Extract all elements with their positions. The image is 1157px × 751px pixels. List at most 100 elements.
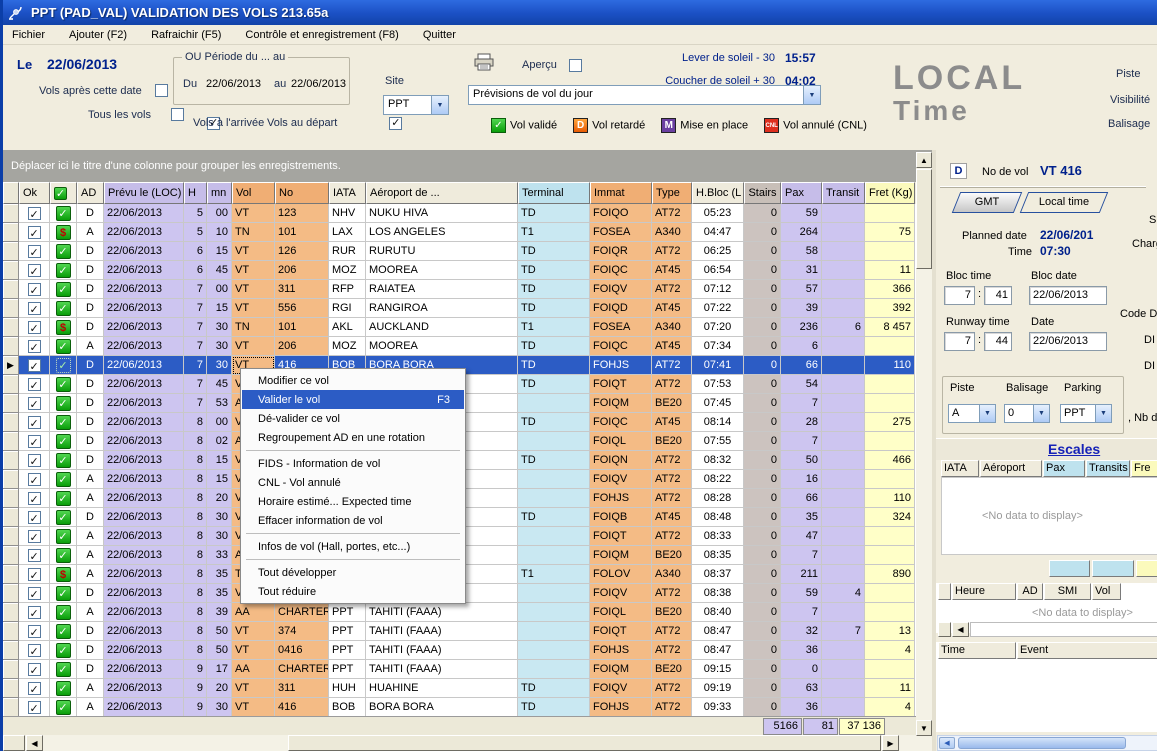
- cell-mn[interactable]: 17: [207, 660, 232, 679]
- cell-ad[interactable]: A: [77, 679, 104, 698]
- cell-fret[interactable]: [865, 432, 915, 451]
- table-row[interactable]: ✓A22/06/2013820VTFOHJSAT7208:28066110: [3, 489, 932, 508]
- cell-terminal[interactable]: T1: [518, 565, 590, 584]
- cell-fret[interactable]: 392: [865, 299, 915, 318]
- row-checkbox[interactable]: [28, 492, 41, 505]
- cell-hbloc[interactable]: 04:47: [692, 223, 744, 242]
- cell-type[interactable]: AT72: [652, 489, 692, 508]
- cell-mn[interactable]: 30: [207, 337, 232, 356]
- cell-terminal[interactable]: [518, 489, 590, 508]
- table-row[interactable]: $A22/06/2013835TNT1FOLOVA34008:370211890: [3, 565, 932, 584]
- cell-row-indicator[interactable]: [3, 508, 19, 527]
- cell-ad[interactable]: D: [77, 261, 104, 280]
- cell-no[interactable]: 206: [275, 337, 329, 356]
- cell-type[interactable]: AT72: [652, 280, 692, 299]
- table-row[interactable]: ✓D22/06/2013917AACHARTERPPTTAHITI (FAAA)…: [3, 660, 932, 679]
- cell-row-indicator[interactable]: [3, 337, 19, 356]
- column-header-ok[interactable]: Ok: [19, 182, 50, 204]
- cell-pax[interactable]: 39: [781, 299, 822, 318]
- cell-ok[interactable]: [19, 242, 50, 261]
- cell-ad[interactable]: D: [77, 622, 104, 641]
- cell-fret[interactable]: [865, 470, 915, 489]
- table-row[interactable]: ✓A22/06/2013830VTFOIQTAT7208:33047: [3, 527, 932, 546]
- cell-row-indicator[interactable]: [3, 451, 19, 470]
- row-checkbox[interactable]: [28, 416, 41, 429]
- cell-fret[interactable]: 275: [865, 413, 915, 432]
- cell-fret[interactable]: [865, 337, 915, 356]
- cell-iata[interactable]: PPT: [329, 660, 366, 679]
- cell-stairs[interactable]: 0: [744, 679, 781, 698]
- cell-mn[interactable]: 33: [207, 546, 232, 565]
- column-header-prevu-le[interactable]: Prévu le (LOC): [104, 182, 184, 204]
- cell-vol[interactable]: VT: [232, 261, 275, 280]
- cell-status[interactable]: ✓: [50, 489, 77, 508]
- cell-ok[interactable]: [19, 546, 50, 565]
- cell-mn[interactable]: 15: [207, 470, 232, 489]
- cell-pax[interactable]: 47: [781, 527, 822, 546]
- combo-arrow-icon[interactable]: ▼: [1095, 405, 1111, 422]
- cell-fret[interactable]: 324: [865, 508, 915, 527]
- cell-immat[interactable]: FOHJS: [590, 356, 652, 375]
- cell-ok[interactable]: [19, 603, 50, 622]
- cell-immat[interactable]: FOIQB: [590, 508, 652, 527]
- cell-pax[interactable]: 7: [781, 546, 822, 565]
- escales-col-Fre[interactable]: Fre: [1131, 460, 1157, 477]
- cell-transit[interactable]: [822, 394, 865, 413]
- vertical-scrollbar[interactable]: ▲ ▼: [916, 152, 932, 736]
- cell-prevu-le[interactable]: 22/06/2013: [104, 584, 184, 603]
- cell-stairs[interactable]: 0: [744, 394, 781, 413]
- cell-pax[interactable]: 211: [781, 565, 822, 584]
- cell-h[interactable]: 8: [184, 527, 207, 546]
- cell-pax[interactable]: 7: [781, 432, 822, 451]
- cell-terminal[interactable]: [518, 546, 590, 565]
- cell-type[interactable]: AT45: [652, 299, 692, 318]
- cell-stairs[interactable]: 0: [744, 318, 781, 337]
- combo-arrow-icon[interactable]: ▼: [979, 405, 995, 422]
- cell-pax[interactable]: 36: [781, 641, 822, 660]
- cell-transit[interactable]: [822, 489, 865, 508]
- table-row[interactable]: ✓D22/06/2013830VTTDFOIQBAT4508:48035324: [3, 508, 932, 527]
- cell-ad[interactable]: A: [77, 546, 104, 565]
- cell-type[interactable]: A340: [652, 318, 692, 337]
- events-col-Time[interactable]: Time: [938, 642, 1016, 659]
- column-header-ad[interactable]: AD: [77, 182, 104, 204]
- escales-col-Aéroport[interactable]: Aéroport: [980, 460, 1042, 477]
- period-to-value[interactable]: 22/06/2013: [291, 78, 346, 90]
- cell-immat[interactable]: FOIQL: [590, 432, 652, 451]
- cell-stairs[interactable]: 0: [744, 660, 781, 679]
- cell-terminal[interactable]: [518, 641, 590, 660]
- table-row[interactable]: ▶✓D22/06/2013730VT416BOBBORA BORATDFOHJS…: [3, 356, 932, 375]
- bloc-date-field[interactable]: 22/06/2013: [1029, 286, 1107, 305]
- cell-terminal[interactable]: T1: [518, 223, 590, 242]
- cell-transit[interactable]: 6: [822, 318, 865, 337]
- cell-hbloc[interactable]: 08:35: [692, 546, 744, 565]
- cell-immat[interactable]: FOIQN: [590, 451, 652, 470]
- cell-status[interactable]: ✓: [50, 280, 77, 299]
- cell-stairs[interactable]: 0: [744, 375, 781, 394]
- cell-hbloc[interactable]: 09:15: [692, 660, 744, 679]
- cell-status[interactable]: ✓: [50, 356, 77, 375]
- titlebar[interactable]: PPT (PAD_VAL) VALIDATION DES VOLS 213.65…: [3, 0, 1157, 25]
- table-row[interactable]: ✓D22/06/2013815VTTDFOIQNAT7208:32050466: [3, 451, 932, 470]
- cell-ad[interactable]: D: [77, 280, 104, 299]
- cell-ok[interactable]: [19, 261, 50, 280]
- cell-prevu-le[interactable]: 22/06/2013: [104, 603, 184, 622]
- cell-fret[interactable]: [865, 660, 915, 679]
- cell-row-indicator[interactable]: [3, 280, 19, 299]
- cell-row-indicator[interactable]: [3, 318, 19, 337]
- cell-ad[interactable]: D: [77, 508, 104, 527]
- cell-stairs[interactable]: 0: [744, 565, 781, 584]
- cell-ad[interactable]: D: [77, 584, 104, 603]
- table-row[interactable]: ✓D22/06/2013850VT0416PPTTAHITI (FAAA)FOH…: [3, 641, 932, 660]
- cell-transit[interactable]: [822, 603, 865, 622]
- cell-status[interactable]: ✓: [50, 451, 77, 470]
- cell-fret[interactable]: 4: [865, 641, 915, 660]
- cell-mn[interactable]: 30: [207, 356, 232, 375]
- cell-vol[interactable]: VT: [232, 622, 275, 641]
- cell-pax[interactable]: 6: [781, 337, 822, 356]
- cell-immat[interactable]: FOIQM: [590, 546, 652, 565]
- cell-no[interactable]: 416: [275, 698, 329, 716]
- cell-vol[interactable]: AA: [232, 660, 275, 679]
- cell-immat[interactable]: FOLOV: [590, 565, 652, 584]
- cell-type[interactable]: AT72: [652, 356, 692, 375]
